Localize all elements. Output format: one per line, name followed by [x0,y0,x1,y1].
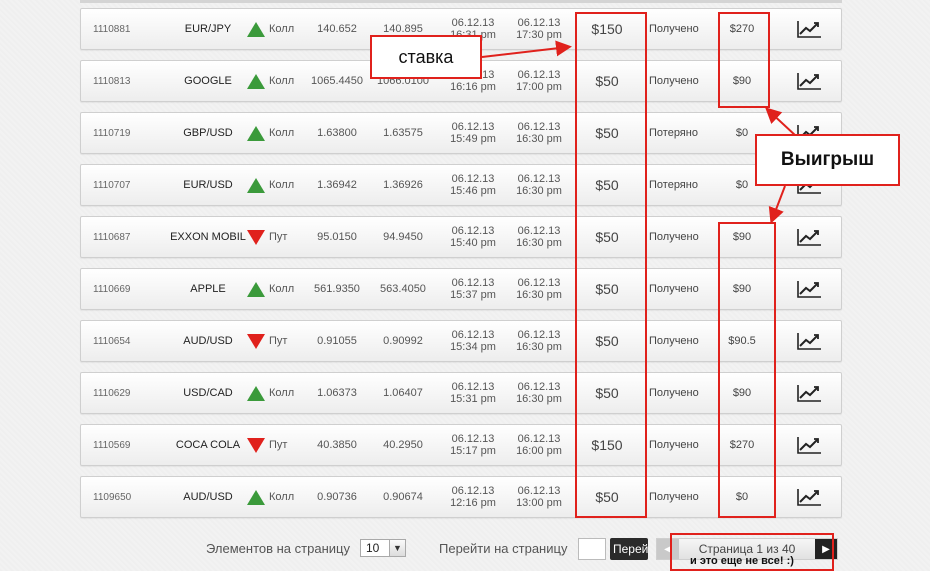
arrow-win-down [768,185,786,224]
pagination-bar: Элементов на страницу 10 ▼ Перейти на ст… [0,533,930,571]
stake-callout-text: ставка [398,46,454,67]
per-page-select[interactable]: 10 ▼ [360,539,406,557]
goto-page-button[interactable]: Перей [610,538,648,560]
goto-page-label: Перейти на страницу [439,541,568,556]
per-page-label: Элементов на страницу [206,541,350,556]
goto-page-input[interactable] [578,538,606,560]
chevron-down-icon[interactable]: ▼ [389,540,405,556]
extra-annotation: и это еще не все! :) [690,555,794,567]
win-callout-text: Выигрыш [780,149,875,170]
arrow-stake [481,40,572,58]
per-page-value: 10 [366,541,380,555]
arrow-win-up [765,107,797,137]
annotation-arrows [481,40,797,224]
win-callout: Выигрыш [755,134,900,186]
stake-callout: ставка [370,35,482,79]
